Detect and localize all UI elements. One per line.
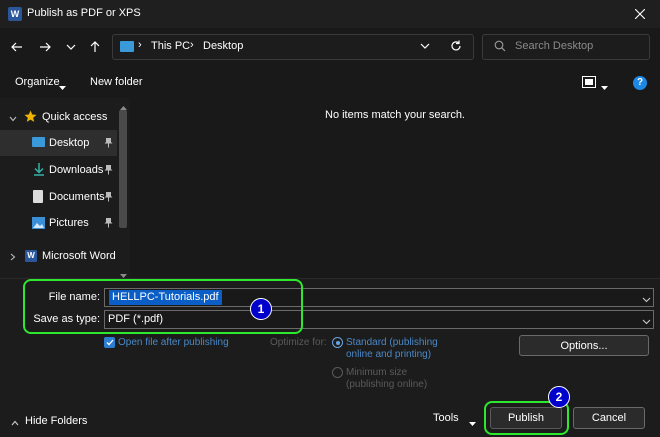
close-icon xyxy=(635,9,645,19)
minimum-label-line1[interactable]: Minimum size xyxy=(346,367,407,378)
document-icon xyxy=(33,190,43,203)
breadcrumb-separator-icon: › xyxy=(190,39,194,51)
refresh-button[interactable] xyxy=(450,40,462,55)
refresh-icon xyxy=(451,40,461,51)
open-after-label[interactable]: Open file after publishing xyxy=(118,337,229,348)
chevron-down-icon xyxy=(420,43,430,49)
pin-icon xyxy=(104,165,113,178)
standard-label-line1[interactable]: Standard (publishing xyxy=(346,337,438,348)
up-button[interactable] xyxy=(84,36,106,58)
caret-down-icon xyxy=(59,81,66,93)
arrow-up-icon xyxy=(90,41,100,52)
chevron-down-icon xyxy=(9,113,17,125)
nav-scrollbar-thumb[interactable] xyxy=(119,110,127,228)
sidebar-item-downloads[interactable]: Downloads xyxy=(0,157,117,183)
arrow-right-icon xyxy=(40,42,51,52)
minimum-label-line2[interactable]: (publishing online) xyxy=(346,379,427,390)
empty-message: No items match your search. xyxy=(325,109,465,121)
pc-icon xyxy=(120,41,134,52)
close-button[interactable] xyxy=(620,0,660,28)
back-button[interactable] xyxy=(6,36,28,58)
hide-folders-button[interactable]: Hide Folders xyxy=(25,415,87,427)
word-app-icon: W xyxy=(8,7,22,21)
cancel-button[interactable]: Cancel xyxy=(573,407,645,429)
chevron-down-icon[interactable] xyxy=(642,316,651,328)
chevron-down-icon[interactable] xyxy=(642,294,651,306)
chevron-up-icon[interactable] xyxy=(11,417,19,429)
optimize-label: Optimize for: xyxy=(270,337,327,348)
sidebar-item-desktop[interactable]: Desktop xyxy=(0,130,117,156)
scroll-up-icon[interactable] xyxy=(120,101,127,113)
checkmark-icon xyxy=(106,339,113,346)
tools-button[interactable]: Tools xyxy=(433,412,459,424)
sidebar-item-pictures[interactable]: Pictures xyxy=(0,210,117,236)
forward-button[interactable] xyxy=(34,36,56,58)
options-button[interactable]: Options... xyxy=(519,335,649,356)
open-after-checkbox[interactable] xyxy=(104,337,115,348)
sidebar-item-quick-access[interactable]: Quick access xyxy=(0,104,117,130)
help-icon[interactable]: ? xyxy=(633,76,647,90)
search-placeholder: Search Desktop xyxy=(515,40,594,52)
caret-down-icon xyxy=(601,81,608,93)
pin-icon xyxy=(104,218,113,231)
window-title: Publish as PDF or XPS xyxy=(27,7,141,19)
step-badge-2: 2 xyxy=(548,386,570,408)
arrow-left-icon xyxy=(11,42,22,52)
breadcrumb-this-pc[interactable]: This PC xyxy=(151,40,190,52)
recent-locations-button[interactable] xyxy=(60,36,82,58)
caret-down-icon xyxy=(469,417,476,429)
chevron-right-icon xyxy=(10,252,16,264)
sidebar-item-microsoft-word[interactable]: W Microsoft Word xyxy=(0,243,117,269)
address-dropdown-button[interactable] xyxy=(420,41,430,54)
chevron-down-icon xyxy=(66,44,76,50)
desktop-icon xyxy=(32,137,45,147)
standard-label-line2[interactable]: online and printing) xyxy=(346,349,431,360)
breadcrumb-desktop[interactable]: Desktop xyxy=(203,40,243,52)
download-icon xyxy=(33,163,45,179)
pictures-icon xyxy=(32,217,45,232)
word-icon: W xyxy=(25,250,37,262)
star-icon xyxy=(24,110,37,126)
file-list[interactable] xyxy=(130,98,660,278)
breadcrumb-separator-icon: › xyxy=(138,39,142,51)
pin-icon xyxy=(104,192,113,205)
search-icon xyxy=(494,40,506,55)
organize-button[interactable]: Organize xyxy=(15,76,60,88)
minimum-size-radio[interactable] xyxy=(332,367,343,378)
view-icon xyxy=(582,76,596,88)
view-options-button[interactable] xyxy=(582,76,596,91)
sidebar-item-documents[interactable]: Documents xyxy=(0,184,117,210)
new-folder-button[interactable]: New folder xyxy=(90,76,143,88)
standard-radio[interactable] xyxy=(332,337,343,348)
pin-icon xyxy=(104,138,113,151)
step-badge-1: 1 xyxy=(250,298,272,320)
